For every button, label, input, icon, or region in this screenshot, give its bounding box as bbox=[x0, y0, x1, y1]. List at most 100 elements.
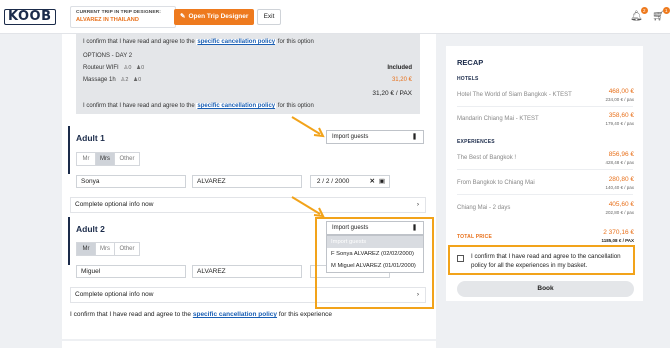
koob-logo[interactable]: KOOB bbox=[4, 9, 56, 25]
recap-hotel-1-price: 468,00 € bbox=[608, 88, 634, 95]
adult-1-section-bar bbox=[68, 126, 70, 174]
arrow-to-adult-2-import bbox=[291, 196, 325, 218]
options-day-label: OPTIONS - DAY 2 bbox=[83, 53, 133, 59]
recap-experience-2-price: 280,80 € bbox=[608, 176, 634, 183]
import-guests-dropdown: Import guests F Sonya ALVAREZ (02/02/200… bbox=[326, 235, 424, 273]
recap-hotel-2-pax: 179,40 € / pax bbox=[605, 121, 634, 126]
recap-experience-1-name: The Best of Bangkok ! bbox=[457, 155, 517, 161]
option-name: Routeur WIFI bbox=[83, 65, 119, 71]
civility-mrs[interactable]: Mrs bbox=[96, 243, 115, 255]
arrow-to-adult-1-import bbox=[291, 116, 325, 138]
adult-1-last-name-input[interactable]: ALVAREZ bbox=[192, 175, 302, 188]
adult-1-title: Adult 1 bbox=[76, 133, 105, 143]
experiences-heading: EXPERIENCES bbox=[457, 139, 495, 145]
recap-title: RECAP bbox=[457, 58, 484, 67]
cancellation-confirm-checkbox[interactable] bbox=[457, 255, 464, 262]
adult-2-first-name-input[interactable]: Miguel bbox=[76, 265, 186, 278]
option-price-wifi: Included bbox=[387, 65, 412, 71]
dob-month: 2 bbox=[325, 178, 330, 185]
recap-hotel-1-name: Hotel The World of Siam Bangkok - KTEST bbox=[457, 92, 572, 98]
option-adult-count: 2 bbox=[125, 77, 129, 83]
total-price-pax: 1185,08 € / PAX bbox=[601, 238, 634, 243]
open-trip-designer-button[interactable]: ✎ Open Trip Designer bbox=[174, 9, 255, 25]
recap-experience-2-pax: 140,40 € / pax bbox=[605, 185, 634, 190]
civility-mrs[interactable]: Mrs bbox=[96, 153, 115, 165]
recap-experience-1-pax: 428,48 € / pax bbox=[605, 160, 634, 165]
cancellation-confirm-text: I confirm that I have read and agree to … bbox=[471, 253, 621, 269]
divider bbox=[457, 194, 633, 195]
divider bbox=[457, 106, 633, 107]
adult-1-birthdate-input[interactable]: 2 / 2 / 2000 ✕ ▣ bbox=[310, 175, 390, 188]
option-name: Massage 1h bbox=[83, 77, 116, 83]
child-icon: ♟ bbox=[133, 65, 142, 71]
recap-experience-2-name: From Bangkok to Chiang Mai bbox=[457, 180, 535, 186]
option-confirm-suffix: for this option bbox=[277, 39, 314, 45]
cart-button[interactable]: 🛒︎ 1 bbox=[652, 7, 670, 22]
option-confirm-prefix: I confirm that I have read and agree to … bbox=[83, 39, 195, 45]
recap-experience-3-name: Chiang Mai - 2 days bbox=[457, 205, 511, 211]
import-guests-label: Import guests bbox=[332, 134, 369, 140]
exit-button[interactable]: Exit bbox=[257, 9, 281, 25]
options-total: 31,20 € / PAX bbox=[372, 90, 412, 97]
cursor-icon: ❚ bbox=[411, 225, 417, 231]
total-price-value: 2 370,16 € bbox=[603, 229, 634, 236]
civility-other[interactable]: Other bbox=[115, 243, 139, 255]
adult-1-optional-info-row[interactable]: Complete optional info now › bbox=[70, 197, 426, 213]
recap-panel: RECAP HOTELS Hotel The World of Siam Ban… bbox=[446, 46, 643, 301]
optional-info-label: Complete optional info now bbox=[75, 201, 154, 208]
recap-hotel-2-name: Mandarin Chiang Mai - KTEST bbox=[457, 116, 539, 122]
civility-mr[interactable]: Mr bbox=[77, 243, 96, 255]
top-bar: KOOB CURRENT TRIP IN TRIP DESIGNER: ALVA… bbox=[0, 0, 670, 34]
book-button[interactable]: Book bbox=[457, 281, 634, 297]
cart-count-badge: 1 bbox=[662, 7, 670, 14]
option-cancellation-link-2[interactable]: specific cancellation policy bbox=[196, 103, 277, 109]
option-row-massage: Massage 1h ♙2 ♟0 bbox=[83, 77, 141, 83]
options-card: I confirm that I have read and agree to … bbox=[76, 34, 420, 114]
recap-hotel-2-price: 358,60 € bbox=[608, 112, 634, 119]
adult-2-last-name-input[interactable]: ALVAREZ bbox=[192, 265, 302, 278]
divider bbox=[457, 169, 633, 170]
trip-designer-icon: ✎ bbox=[180, 13, 186, 20]
chevron-right-icon: › bbox=[416, 201, 419, 208]
open-trip-designer-label: Open Trip Designer bbox=[188, 13, 249, 20]
adult-2-title: Adult 2 bbox=[76, 224, 105, 234]
dropdown-option-miguel[interactable]: M Miguel ALVAREZ (01/01/2000) bbox=[327, 260, 423, 272]
hotels-heading: HOTELS bbox=[457, 76, 479, 82]
guest-form-panel: I confirm that I have read and agree to … bbox=[62, 34, 436, 339]
recap-hotel-1-pax: 234,00 € / pax bbox=[605, 97, 634, 102]
dob-day: 2 bbox=[316, 178, 321, 185]
cursor-icon: ❚ bbox=[411, 134, 417, 140]
calendar-icon[interactable]: ▣ bbox=[379, 176, 385, 187]
experience-cancellation-link[interactable]: specific cancellation policy bbox=[193, 311, 277, 318]
total-price-label: TOTAL PRICE bbox=[457, 234, 492, 240]
child-icon: ♟ bbox=[130, 77, 139, 83]
option-confirm-suffix: for this option bbox=[277, 103, 314, 109]
option-cancellation-link-1[interactable]: specific cancellation policy bbox=[196, 39, 277, 45]
option-confirm-prefix: I confirm that I have read and agree to … bbox=[83, 103, 195, 109]
option-confirm-line-1: I confirm that I have read and agree to … bbox=[83, 39, 314, 45]
option-child-count: 0 bbox=[138, 77, 142, 83]
recap-experience-3-pax: 202,80 € / pax bbox=[605, 210, 634, 215]
experience-confirm-line: I confirm that I have read and agree to … bbox=[70, 311, 332, 318]
experience-confirm-prefix: I confirm that I have read and agree to … bbox=[70, 311, 192, 318]
civility-other[interactable]: Other bbox=[115, 153, 139, 165]
dropdown-option-sonya[interactable]: F Sonya ALVAREZ (02/02/2000) bbox=[327, 248, 423, 260]
import-guests-label: Import guests bbox=[332, 225, 369, 231]
adult-2-civility-toggle: Mr Mrs Other bbox=[76, 242, 140, 256]
option-price-massage: 31,20 € bbox=[391, 77, 412, 83]
clear-icon[interactable]: ✕ bbox=[370, 176, 375, 187]
adult-1-import-guests-select[interactable]: Import guests ❚ bbox=[326, 130, 424, 144]
recap-experience-3-price: 405,60 € bbox=[608, 201, 634, 208]
current-trip-caption: CURRENT TRIP IN TRIP DESIGNER: bbox=[76, 10, 161, 15]
recap-experience-1-price: 856,96 € bbox=[608, 151, 634, 158]
experience-confirm-suffix: for this experience bbox=[278, 311, 332, 318]
adult-1-civility-toggle: Mr Mrs Other bbox=[76, 152, 140, 166]
notification-count-badge: 2 bbox=[640, 7, 648, 14]
notifications-button[interactable]: 🔔︎ 2 bbox=[630, 7, 648, 22]
adult-2-import-guests-select[interactable]: Import guests ❚ bbox=[326, 221, 424, 235]
civility-mr[interactable]: Mr bbox=[77, 153, 96, 165]
next-card-edge bbox=[62, 341, 436, 348]
adult-1-first-name-input[interactable]: Sonya bbox=[76, 175, 186, 188]
option-adult-count: 0 bbox=[128, 65, 132, 71]
current-trip-name: ALVAREZ IN THAILAND bbox=[76, 17, 139, 23]
